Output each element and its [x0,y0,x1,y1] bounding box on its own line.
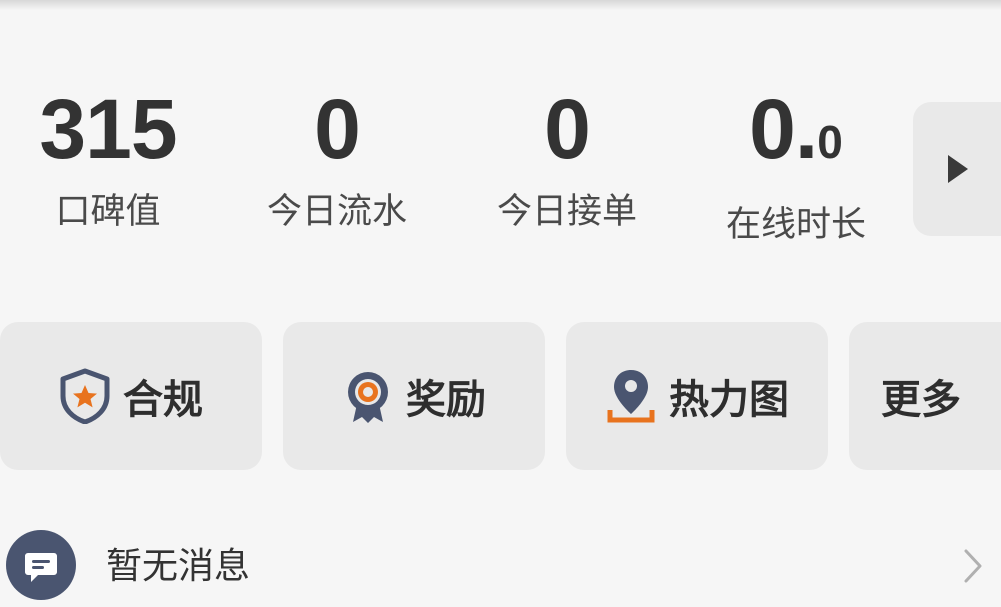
shortcut-more[interactable]: 更多 [849,322,1001,470]
shortcut-compliance-label: 合规 [123,377,203,423]
message-text: 暂无消息 [106,546,251,587]
stat-reputation-label: 口碑值 [55,192,161,232]
shield-star-icon [59,368,111,424]
stat-today-revenue[interactable]: 0 今日流水 [242,82,432,234]
stat-online-duration-value: 0.0 [701,82,891,189]
stat-today-revenue-value: 0 [314,82,361,176]
stat-online-duration-dec: 0 [817,116,843,168]
stat-online-duration-label: 在线时长 [725,205,866,245]
play-arrow-icon [948,155,968,183]
message-avatar [6,530,76,600]
award-badge-icon [342,368,394,424]
stats-next-button[interactable] [913,102,1001,236]
shortcut-heatmap[interactable]: 热力图 [566,322,828,470]
top-shadow [0,0,1001,10]
shortcut-compliance[interactable]: 合规 [0,322,262,470]
stat-online-duration-int: 0. [749,82,818,176]
stat-reputation[interactable]: 315 口碑值 [13,82,203,234]
stat-today-orders-label: 今日接单 [496,192,637,232]
stat-reputation-value: 315 [39,82,177,176]
chat-bubble-icon [25,553,57,582]
stat-today-orders[interactable]: 0 今日接单 [472,82,662,234]
stat-today-revenue-label: 今日流水 [266,192,407,232]
shortcut-heatmap-label: 热力图 [669,377,789,423]
driver-home-panel: 315 口碑值 0 今日流水 0 今日接单 0.0 在线时长 合规 奖励 热力图… [0,0,1001,607]
shortcut-more-label: 更多 [881,377,961,423]
shortcut-rewards-label: 奖励 [406,377,486,423]
map-pin-icon [605,368,657,424]
shortcut-rewards[interactable]: 奖励 [283,322,545,470]
stat-online-duration[interactable]: 0.0 在线时长 [701,82,891,247]
chevron-right-icon [964,549,982,583]
stat-today-orders-value: 0 [544,82,591,176]
